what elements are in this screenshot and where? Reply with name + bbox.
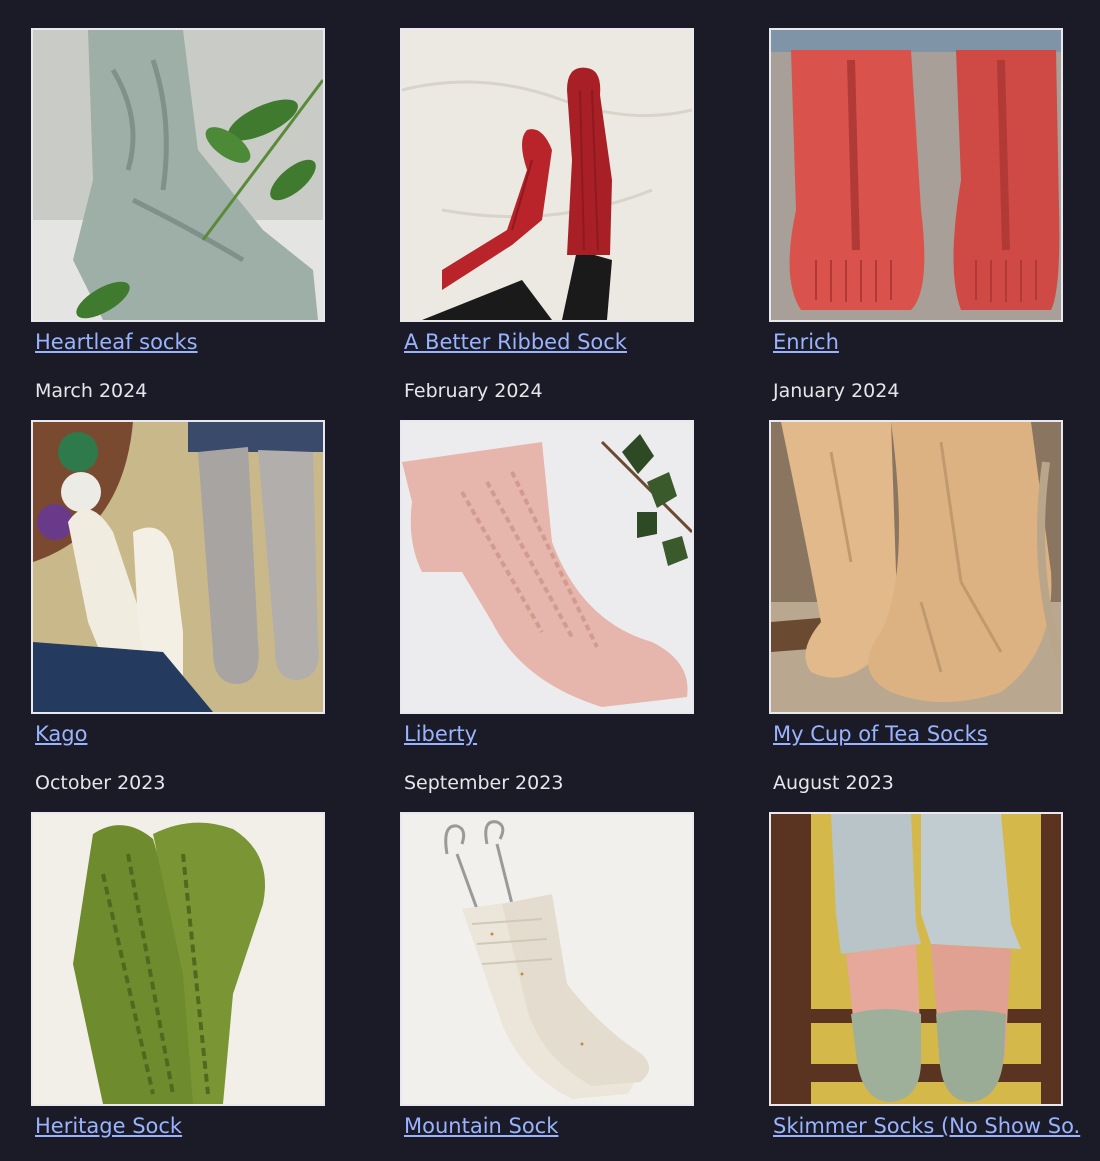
pattern-title-link[interactable]: A Better Ribbed Sock [404, 330, 627, 354]
pattern-date: March 2024 [35, 380, 148, 402]
pattern-date: September 2023 [404, 772, 564, 794]
pattern-date: January 2024 [773, 380, 900, 402]
pattern-photo [771, 814, 1061, 1104]
pattern-title-link[interactable]: Liberty [404, 722, 477, 746]
pattern-photo [402, 30, 692, 320]
pattern-image[interactable] [400, 28, 694, 322]
pattern-photo [33, 422, 323, 712]
pattern-photo [402, 422, 692, 712]
pattern-image[interactable] [769, 812, 1063, 1106]
pattern-title-link[interactable]: Heartleaf socks [35, 330, 198, 354]
pattern-photo [33, 814, 323, 1104]
pattern-title-link[interactable]: Heritage Sock [35, 1114, 182, 1138]
pattern-image[interactable] [769, 28, 1063, 322]
pattern-photo [771, 422, 1061, 712]
pattern-photo [771, 30, 1061, 320]
pattern-image[interactable] [31, 28, 325, 322]
pattern-date: February 2024 [404, 380, 543, 402]
pattern-photo [33, 30, 323, 320]
pattern-date: August 2023 [773, 772, 894, 794]
pattern-photo [402, 814, 692, 1104]
pattern-image[interactable] [31, 812, 325, 1106]
pattern-title-link[interactable]: Kago [35, 722, 87, 746]
pattern-image[interactable] [400, 420, 694, 714]
pattern-title-link[interactable]: Skimmer Socks (No Show So. [773, 1114, 1080, 1138]
pattern-image[interactable] [769, 420, 1063, 714]
pattern-date: October 2023 [35, 772, 166, 794]
pattern-title-link[interactable]: My Cup of Tea Socks [773, 722, 988, 746]
pattern-title-link[interactable]: Enrich [773, 330, 839, 354]
pattern-title-link[interactable]: Mountain Sock [404, 1114, 558, 1138]
pattern-image[interactable] [400, 812, 694, 1106]
pattern-image[interactable] [31, 420, 325, 714]
